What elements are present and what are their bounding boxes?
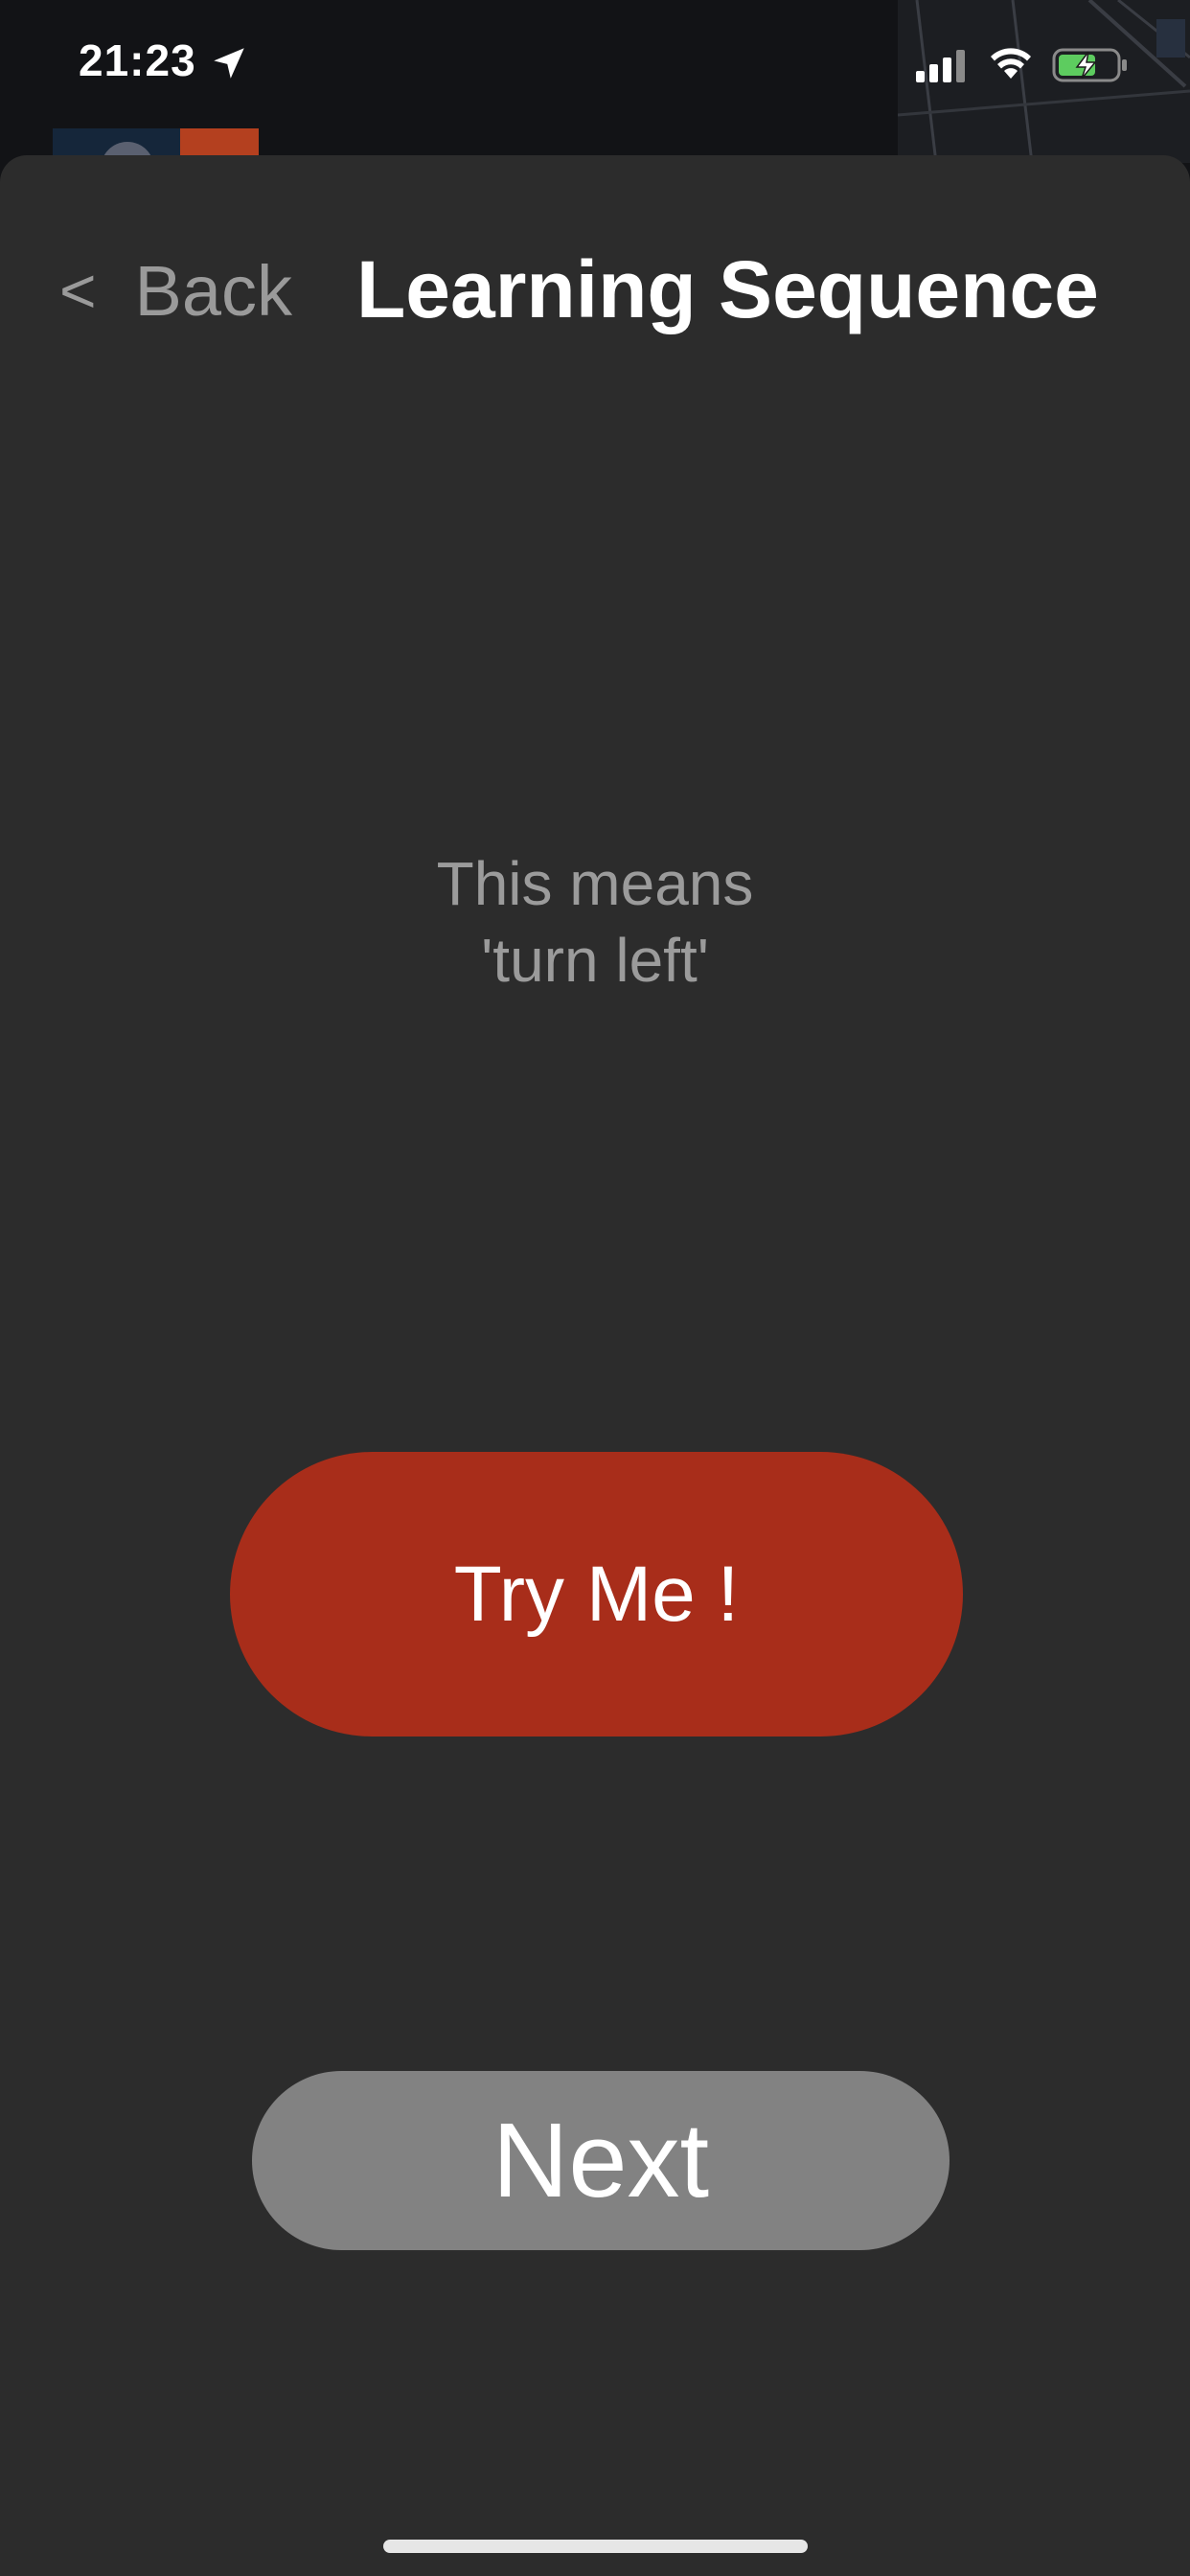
battery-charging-icon: [1052, 46, 1129, 84]
back-button[interactable]: < Back: [59, 247, 292, 334]
learning-sequence-sheet: < Back Learning Sequence This means 'tur…: [0, 155, 1190, 2576]
cellular-signal-icon: [916, 50, 970, 82]
app-screen: 21:23 < Back Learning Sequence This mean…: [0, 0, 1190, 2576]
wifi-icon: [987, 44, 1035, 82]
back-label: Back: [134, 250, 293, 331]
home-indicator[interactable]: [383, 2540, 808, 2553]
instruction-line-2: 'turn left': [481, 926, 709, 995]
next-button[interactable]: Next: [252, 2071, 950, 2250]
next-label: Next: [492, 2102, 710, 2220]
try-me-label: Try Me !: [453, 1550, 740, 1638]
status-bar: 21:23: [0, 0, 1190, 134]
status-time: 21:23: [79, 35, 196, 85]
page-title: Learning Sequence: [356, 244, 1099, 334]
try-me-button[interactable]: Try Me !: [230, 1452, 963, 1736]
instruction-text: This means 'turn left': [0, 845, 1190, 999]
back-chevron-icon: <: [59, 255, 97, 326]
instruction-line-1: This means: [436, 849, 754, 918]
location-arrow-icon: [209, 43, 249, 83]
